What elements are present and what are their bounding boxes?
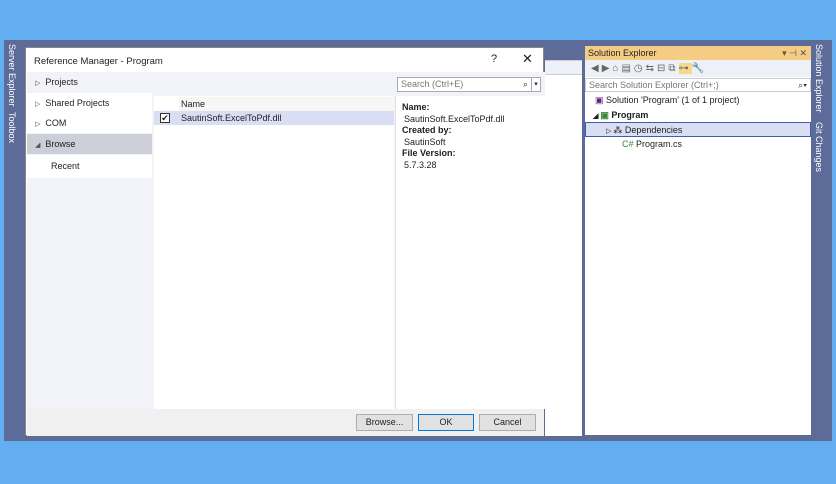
tree-label: Program.cs [636,138,683,149]
back-icon[interactable]: ◀ [591,63,602,74]
window-controls[interactable]: ▾ ⊣ ✕ [782,46,807,60]
tree-item-project[interactable]: ◢ ▣ Program [585,108,811,123]
git-changes-tab[interactable]: Git Changes [814,122,824,172]
collapse-all-icon[interactable]: ⊟ [657,63,668,74]
nav-panel: ▷ Projects ▷ Shared Projects ▷ COM ◢ Browse … [27,72,152,409]
switch-views-icon[interactable]: ▤ [621,63,633,74]
csharp-project-icon: ▣ [600,109,612,120]
created-value: SautinSoft [404,136,446,147]
solution-tree: ▣ Solution 'Program' (1 of 1 project) ◢ … [585,93,811,151]
nav-shared-projects[interactable]: ▷ Shared Projects [27,93,152,113]
row-name: SautinSoft.ExcelToPdf.dll [181,113,282,123]
toolbar: ◀▶⌂▤◷⇆⊟⧉⊶🔧 [585,60,811,77]
name-label: Name: [402,102,430,112]
tree-label: Program [611,109,649,120]
expand-icon: ▷ [35,80,41,87]
tree-item-program-cs[interactable]: C# Program.cs [585,137,811,152]
properties-icon[interactable]: 🔧 [692,63,707,74]
forward-icon[interactable]: ▶ [602,63,613,74]
version-label: File Version: [402,148,456,158]
nav-label: Shared Projects [45,98,110,108]
search-icon: ⌕ [522,79,528,89]
cancel-button[interactable]: Cancel [479,414,536,431]
nav-label: Projects [45,77,78,87]
browse-button[interactable]: Browse... [356,414,413,431]
search-input[interactable]: Search (Ctrl+E) ⌕ ▾ [397,77,541,92]
collapse-icon: ◢ [35,142,41,149]
dialog-title: Reference Manager - Program [34,56,163,67]
editor-area [545,60,582,436]
solution-search-input[interactable]: Search Solution Explorer (Ctrl+;) ⌕▾ [585,78,811,92]
nav-projects[interactable]: ▷ Projects [27,72,152,92]
help-button[interactable]: ? [491,53,497,65]
tree-item-dependencies[interactable]: ▷ ⁂ Dependencies [585,122,811,137]
solution-explorer-titlebar: Solution Explorer ▾ ⊣ ✕ [585,46,811,60]
reference-manager-dialog: Reference Manager - Program ? ✕ ▷ Project… [25,47,545,436]
csharp-file-icon: C# [622,138,637,149]
sync-icon[interactable]: ⇆ [646,63,657,74]
nav-label: Recent [51,161,80,171]
checkbox[interactable]: ✔ [160,113,170,123]
solution-explorer-panel: Solution Explorer ▾ ⊣ ✕ ◀▶⌂▤◷⇆⊟⧉⊶🔧 Search… [584,45,812,436]
expand-icon: ▷ [35,101,41,108]
nav-label: COM [45,118,67,128]
search-placeholder: Search (Ctrl+E) [401,79,464,89]
dependencies-icon: ⁂ [613,125,625,135]
name-value: SautinSoft.ExcelToPdf.dll [404,113,505,124]
nav-browse[interactable]: ◢ Browse [27,134,152,154]
version-value: 5.7.3.28 [404,159,437,170]
search-placeholder: Search Solution Explorer (Ctrl+;) [589,80,719,90]
solution-explorer-tab[interactable]: Solution Explorer [814,44,824,113]
show-all-files-icon[interactable]: ⧉ [668,63,678,74]
history-icon[interactable]: ◷ [634,63,646,74]
ok-button[interactable]: OK [418,414,474,431]
expand-icon: ▷ [35,121,41,128]
preview-icon[interactable]: ⊶ [678,63,692,74]
nav-recent[interactable]: Recent [27,155,152,178]
created-label: Created by: [402,125,452,135]
dropdown-icon[interactable]: ▾ [531,78,540,91]
panel-title: Solution Explorer [588,48,657,58]
tree-label: Dependencies [624,125,683,135]
server-explorer-tab[interactable]: Server Explorer [7,44,17,107]
table-row[interactable]: ✔ SautinSoft.ExcelToPdf.dll [154,111,394,125]
search-icon: ⌕▾ [798,80,807,90]
tree-label: Solution 'Program' (1 of 1 project) [606,95,740,105]
solution-icon: ▣ [595,95,607,105]
details-panel: Name: SautinSoft.ExcelToPdf.dll Created … [395,96,545,409]
tree-item-solution[interactable]: ▣ Solution 'Program' (1 of 1 project) [585,93,811,108]
toolbox-tab[interactable]: Toolbox [7,112,17,143]
close-button[interactable]: ✕ [522,51,533,67]
reference-list [154,96,394,409]
nav-label: Browse [45,139,76,149]
column-header-name[interactable]: Name [179,97,394,111]
nav-com[interactable]: ▷ COM [27,113,152,133]
